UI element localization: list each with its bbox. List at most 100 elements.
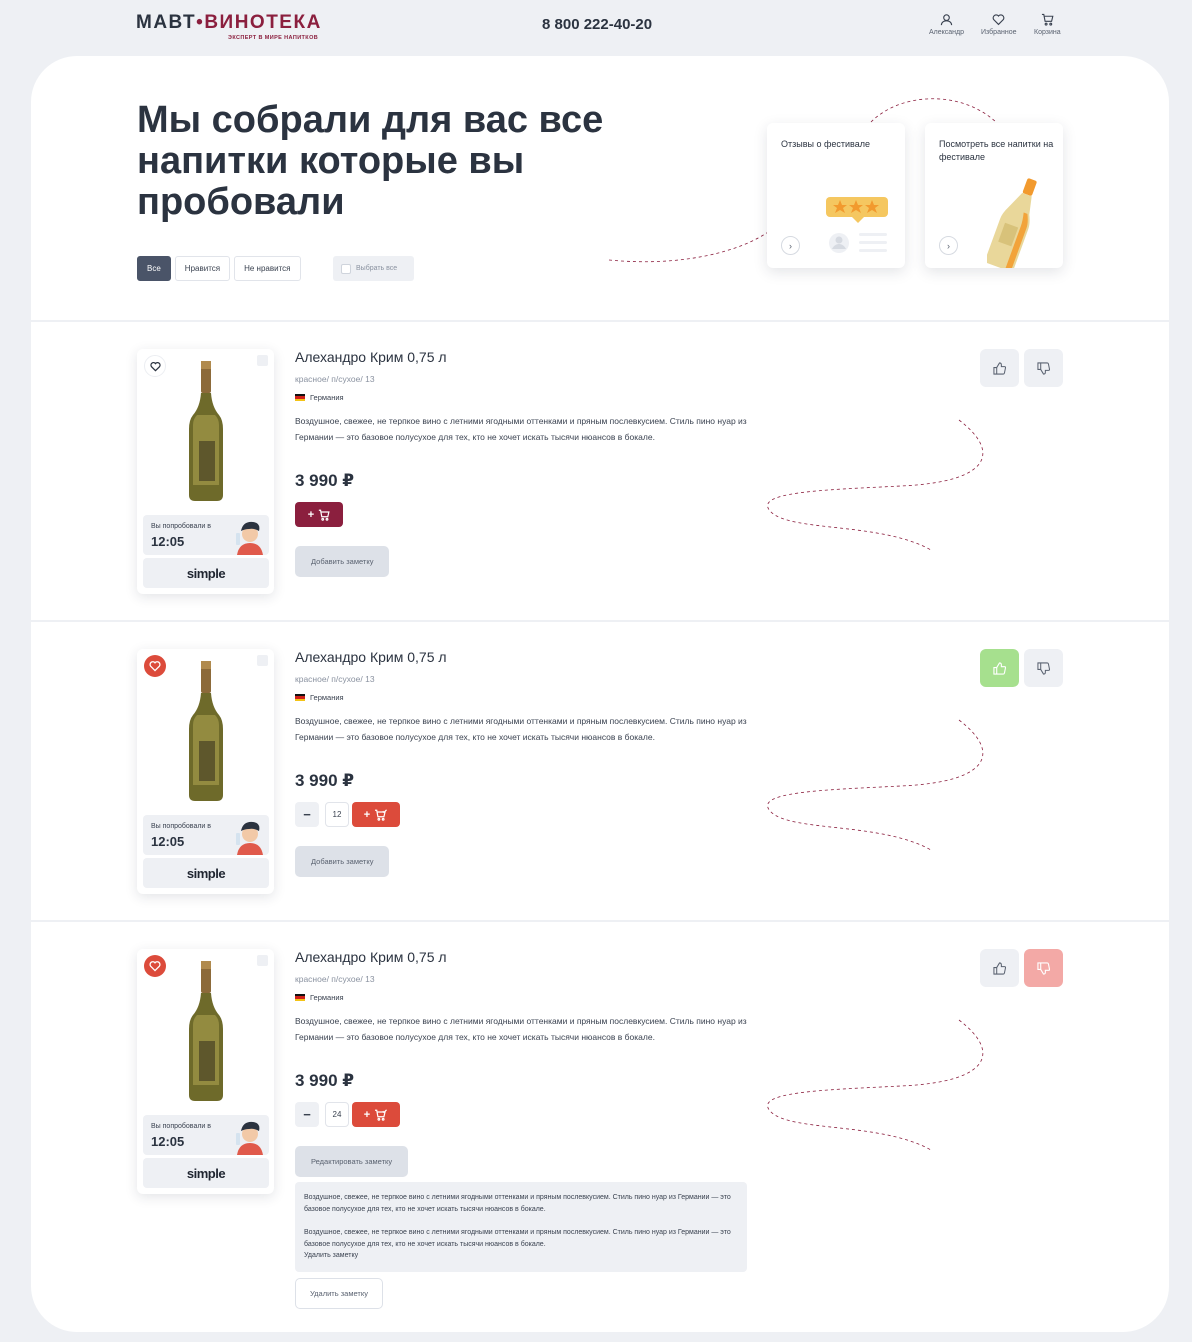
product-description: Воздушное, свежее, не терпкое вино с лет…: [295, 416, 747, 442]
like-button[interactable]: [980, 649, 1019, 687]
quantity-value[interactable]: 12: [325, 802, 349, 827]
wine-bottle-image: [189, 661, 223, 801]
like-button[interactable]: [980, 949, 1019, 987]
product-name[interactable]: Алехандро Крим 0,75 л: [295, 649, 447, 665]
note-paragraph: Воздушное, свежее, не терпкое вино с лет…: [304, 1194, 731, 1213]
tried-at-panel: Вы попробовали в 12:05: [143, 815, 269, 855]
edit-note-button[interactable]: Редактировать заметку: [295, 1146, 409, 1177]
in-cart-label: +: [363, 1108, 371, 1121]
like-button[interactable]: [980, 349, 1019, 387]
select-all-label: Выбрать все: [356, 265, 398, 272]
bottle-illustration: [987, 178, 1037, 268]
select-checkbox[interactable]: [257, 355, 268, 366]
product-row: Вы попробовали в 12:05 simple Алехандро …: [31, 922, 1169, 1332]
note-text[interactable]: Воздушное, свежее, не терпкое вино с лет…: [295, 1182, 747, 1272]
promo-festival-title: Посмотреть все напитки на фестивале: [939, 139, 1054, 162]
heart-check-icon: [149, 661, 161, 672]
favorite-button[interactable]: [144, 955, 166, 977]
product-country: Германия: [295, 393, 344, 402]
thumbs-up-icon: [993, 961, 1006, 975]
in-cart-label: +: [363, 808, 371, 821]
promo-card-reviews[interactable]: Отзывы о фестивале ›: [767, 123, 905, 268]
promo-reviews-title: Отзывы о фестивале: [781, 139, 870, 149]
delete-note-button[interactable]: Удалить заметку: [295, 1278, 383, 1309]
brand-logo: simple: [143, 558, 269, 588]
favorite-button[interactable]: [144, 355, 166, 377]
product-attributes: красное/ п/сухое/ 13: [295, 674, 375, 684]
tried-label: Вы попробовали в: [151, 1123, 211, 1130]
heart-check-icon: [149, 961, 161, 972]
note-tail: Удалить заметку: [304, 1252, 359, 1259]
page-title: Мы собрали для вас все напитки которые в…: [137, 99, 604, 223]
thumbs-up-icon: [993, 361, 1006, 375]
wine-bottle-image: [189, 361, 223, 501]
cart-check-icon: [375, 1108, 388, 1121]
nav-profile[interactable]: Александр: [929, 13, 964, 36]
tried-at-panel: Вы попробовали в 12:05: [143, 1115, 269, 1155]
product-name[interactable]: Алехандро Крим 0,75 л: [295, 949, 447, 965]
add-note-button[interactable]: Добавить заметку: [295, 846, 390, 877]
dislike-button[interactable]: [1024, 349, 1063, 387]
product-country-label: Германия: [310, 693, 344, 702]
site-logo[interactable]: МАВТ•ВИНОТЕКА ЭКСПЕРТ В МИРЕ НАПИТКОВ: [136, 12, 326, 41]
wine-bottle-image: [189, 961, 223, 1101]
germany-flag-icon: [295, 694, 305, 701]
select-checkbox[interactable]: [257, 655, 268, 666]
site-header: МАВТ•ВИНОТЕКА ЭКСПЕРТ В МИРЕ НАПИТКОВ 8 …: [0, 0, 1192, 56]
main-content: Мы собрали для вас все напитки которые в…: [31, 56, 1169, 1332]
in-cart-button[interactable]: +: [352, 802, 400, 827]
sommelier-avatar-icon: [236, 821, 263, 855]
product-card[interactable]: Вы попробовали в 12:05 simple: [137, 649, 274, 894]
promo-festival-arrow-icon[interactable]: ›: [939, 236, 958, 255]
quantity-decrease-button[interactable]: −: [295, 802, 319, 827]
phone-number[interactable]: 8 800 222-40-20: [542, 16, 652, 33]
quantity-value[interactable]: 24: [325, 1102, 349, 1127]
dislike-button[interactable]: [1024, 649, 1063, 687]
decorative-dashed-curve: [767, 419, 984, 551]
tried-label: Вы попробовали в: [151, 523, 211, 530]
germany-flag-icon: [295, 994, 305, 1001]
product-country: Германия: [295, 993, 344, 1002]
stars-review-illustration: [826, 197, 888, 253]
brand-logo: simple: [143, 858, 269, 888]
quantity-decrease-button[interactable]: −: [295, 1102, 319, 1127]
product-attributes: красное/ п/сухое/ 13: [295, 374, 375, 384]
decorative-dashed-curve: [767, 719, 984, 851]
nav-favorites[interactable]: Избранное: [981, 13, 1016, 36]
filter-disliked[interactable]: Не нравится: [234, 256, 301, 281]
thumbs-down-icon: [1037, 361, 1050, 375]
select-checkbox[interactable]: [257, 955, 268, 966]
product-name[interactable]: Алехандро Крим 0,75 л: [295, 349, 447, 365]
add-to-cart-button[interactable]: +: [295, 502, 343, 527]
promo-reviews-arrow-icon[interactable]: ›: [781, 236, 800, 255]
filter-liked[interactable]: Нравится: [174, 256, 231, 281]
add-to-cart-label: +: [307, 508, 315, 521]
tried-label: Вы попробовали в: [151, 823, 211, 830]
select-all-button[interactable]: Выбрать все: [333, 256, 414, 281]
product-country: Германия: [295, 693, 344, 702]
note-paragraph: Воздушное, свежее, не терпкое вино с лет…: [304, 1229, 731, 1248]
cart-icon: [1041, 13, 1054, 26]
filter-all[interactable]: Все: [137, 256, 171, 281]
product-row: Вы попробовали в 12:05 simple Алехандро …: [31, 622, 1169, 920]
decorative-dashed-curve: [767, 1019, 984, 1151]
cart-icon: [319, 509, 330, 521]
thumbs-down-icon: [1037, 961, 1050, 975]
nav-cart[interactable]: Корзина: [1034, 13, 1061, 36]
product-price: 3 990 ₽: [295, 1071, 355, 1090]
add-note-button[interactable]: Добавить заметку: [295, 546, 390, 577]
nav-favorites-label: Избранное: [981, 29, 1017, 36]
product-card[interactable]: Вы попробовали в 12:05 simple: [137, 349, 274, 594]
dislike-button[interactable]: [1024, 949, 1063, 987]
select-all-checkbox[interactable]: [341, 263, 351, 274]
product-price: 3 990 ₽: [295, 471, 355, 490]
tried-at-panel: Вы попробовали в 12:05: [143, 515, 269, 555]
heart-icon: [149, 361, 161, 372]
promo-card-festival-drinks[interactable]: Посмотреть все напитки на фестивале ›: [925, 123, 1063, 268]
product-card[interactable]: Вы попробовали в 12:05 simple: [137, 949, 274, 1194]
product-country-label: Германия: [310, 393, 344, 402]
product-country-label: Германия: [310, 993, 344, 1002]
filter-tabs: Все Нравится Не нравится: [137, 256, 301, 281]
favorite-button[interactable]: [144, 655, 166, 677]
in-cart-button[interactable]: +: [352, 1102, 400, 1127]
